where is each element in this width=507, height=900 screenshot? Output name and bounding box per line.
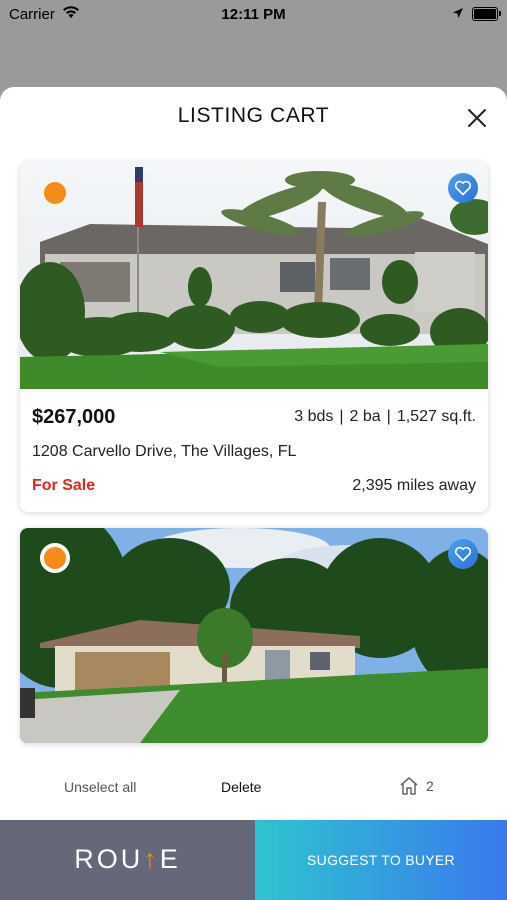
heart-icon <box>454 180 472 196</box>
listing-photo <box>20 162 488 389</box>
square-footage: 1,527 sq.ft. <box>396 408 476 425</box>
route-button[interactable]: ROU↑E <box>0 820 255 900</box>
logo-text: E <box>159 844 181 874</box>
divider: | <box>339 408 344 425</box>
unselect-all-button[interactable]: Unselect all <box>64 779 136 795</box>
select-checkbox[interactable] <box>44 182 66 204</box>
listing-cart-sheet: LISTING CART $267,000 3 bds | 2 ba | 1,5… <box>0 87 507 900</box>
suggest-to-buyer-button[interactable]: SUGGEST TO BUYER <box>255 820 507 900</box>
route-logo: ROU↑E <box>0 844 255 875</box>
favorite-button[interactable] <box>448 539 478 569</box>
status-bar: Carrier 12:11 PM <box>0 0 507 28</box>
location-arrow-icon <box>452 6 464 23</box>
sheet-title: LISTING CART <box>177 104 330 127</box>
selected-count-value: 2 <box>426 778 434 794</box>
delete-button[interactable]: Delete <box>221 779 261 795</box>
divider: | <box>386 408 391 425</box>
listing-address: 1208 Carvello Drive, The Villages, FL <box>32 443 297 460</box>
listing-status: For Sale <box>32 477 96 494</box>
listing-specs: 3 bds | 2 ba | 1,527 sq.ft. <box>294 408 476 426</box>
home-icon <box>400 777 418 795</box>
listing-photo <box>20 528 488 743</box>
listing-price: $267,000 <box>32 406 116 428</box>
heart-icon <box>454 546 472 562</box>
listing-card[interactable]: $267,000 3 bds | 2 ba | 1,527 sq.ft. 1208 Ca… <box>20 162 488 512</box>
close-icon <box>468 109 486 127</box>
select-checkbox[interactable] <box>40 543 70 573</box>
logo-arrow-icon: ↑ <box>143 844 160 874</box>
favorite-button[interactable] <box>448 173 478 203</box>
clock: 12:11 PM <box>221 6 286 23</box>
baths-count: 2 ba <box>349 408 381 425</box>
listing-card[interactable] <box>20 528 488 743</box>
listing-distance: 2,395 miles away <box>352 477 476 494</box>
beds-count: 3 bds <box>294 408 334 425</box>
logo-text: ROU <box>74 844 144 874</box>
battery-icon <box>472 7 501 21</box>
close-button[interactable] <box>462 103 492 133</box>
cart-action-row: Unselect all Delete 2 <box>0 775 507 799</box>
bottom-bar: ROU↑E SUGGEST TO BUYER <box>0 820 507 900</box>
